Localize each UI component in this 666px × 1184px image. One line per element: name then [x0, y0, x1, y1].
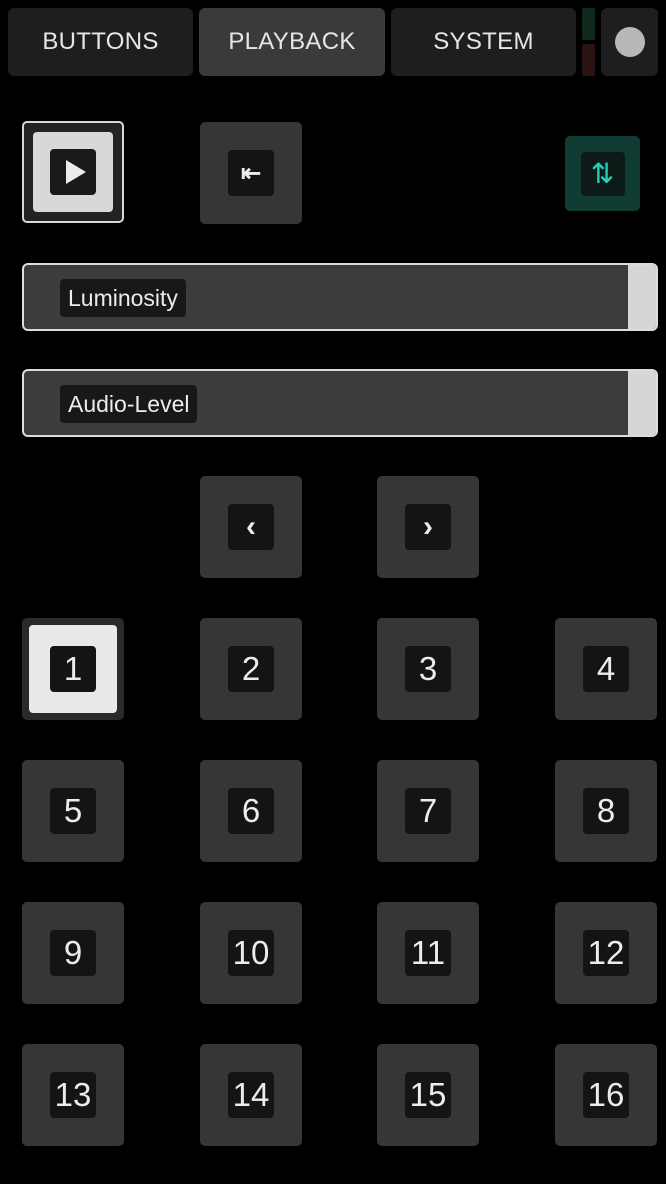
play-icon	[50, 149, 96, 195]
pad-button[interactable]: 8	[555, 760, 657, 862]
level-meter-top	[582, 8, 595, 40]
swap-arrows-icon: ⇅	[580, 151, 625, 196]
go-to-start-button[interactable]: ⇤	[200, 122, 302, 224]
pad-button[interactable]: 6	[200, 760, 302, 862]
record-button[interactable]	[601, 8, 658, 76]
pad-label: 12	[583, 930, 629, 976]
pad-label: 8	[583, 788, 629, 834]
level-meter	[582, 8, 595, 76]
pad-label: 16	[583, 1072, 629, 1118]
pad-label: 1	[50, 646, 96, 692]
pad-label: 15	[405, 1072, 451, 1118]
pad-label: 13	[50, 1072, 96, 1118]
top-tab-bar: BUTTONS PLAYBACK SYSTEM	[0, 0, 666, 80]
pad-label: 2	[228, 646, 274, 692]
pad-button[interactable]: 10	[200, 902, 302, 1004]
pad-button[interactable]: 3	[377, 618, 479, 720]
pad-button[interactable]: 5	[22, 760, 124, 862]
pad-label: 5	[50, 788, 96, 834]
pad-button[interactable]: 7	[377, 760, 479, 862]
record-dot-icon	[614, 27, 645, 57]
pad-button[interactable]: 9	[22, 902, 124, 1004]
audio-level-slider[interactable]: Audio-Level	[22, 369, 658, 437]
pad-label: 10	[228, 930, 274, 976]
pad-button[interactable]: 12	[555, 902, 657, 1004]
pad-button[interactable]: 16	[555, 1044, 657, 1146]
tab-buttons[interactable]: BUTTONS	[8, 8, 193, 76]
audio-level-slider-handle[interactable]	[628, 371, 656, 435]
pad-button[interactable]: 2	[200, 618, 302, 720]
luminosity-slider-handle[interactable]	[628, 265, 656, 329]
previous-page-button[interactable]: ‹	[200, 476, 302, 578]
pad-button-face: 1	[29, 625, 117, 713]
go-to-start-icon: ⇤	[228, 150, 274, 196]
next-page-button[interactable]: ›	[377, 476, 479, 578]
pad-button[interactable]: 11	[377, 902, 479, 1004]
luminosity-slider[interactable]: Luminosity	[22, 263, 658, 331]
pad-button[interactable]: 4	[555, 618, 657, 720]
play-button-face	[33, 132, 113, 212]
audio-level-slider-label: Audio-Level	[60, 385, 198, 423]
pad-label: 11	[405, 930, 451, 976]
tab-system[interactable]: SYSTEM	[391, 8, 576, 76]
level-meter-bottom	[582, 44, 595, 76]
pad-button[interactable]: 14	[200, 1044, 302, 1146]
pad-button[interactable]: 1	[22, 618, 124, 720]
tab-playback[interactable]: PLAYBACK	[199, 8, 385, 76]
pad-button[interactable]: 13	[22, 1044, 124, 1146]
pad-label: 7	[405, 788, 451, 834]
chevron-right-icon: ›	[405, 504, 451, 550]
pad-label: 9	[50, 930, 96, 976]
swap-button[interactable]: ⇅	[565, 136, 640, 211]
pad-label: 4	[583, 646, 629, 692]
pad-label: 6	[228, 788, 274, 834]
play-button[interactable]	[22, 121, 124, 223]
pad-button[interactable]: 15	[377, 1044, 479, 1146]
chevron-left-icon: ‹	[228, 504, 274, 550]
pad-label: 3	[405, 646, 451, 692]
luminosity-slider-label: Luminosity	[60, 279, 186, 317]
pad-label: 14	[228, 1072, 274, 1118]
